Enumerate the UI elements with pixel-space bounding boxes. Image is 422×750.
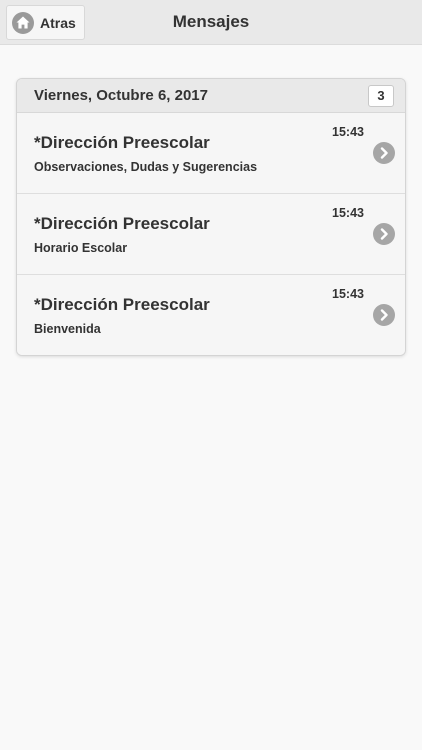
- message-title: *Dirección Preescolar: [34, 295, 210, 314]
- message-time: 15:43: [332, 125, 364, 139]
- message-row[interactable]: *Dirección Preescolar Bienvenida 15:43: [17, 275, 405, 355]
- header-bar: Atras Mensajes: [0, 0, 422, 45]
- message-row[interactable]: *Dirección Preescolar Observaciones, Dud…: [17, 113, 405, 194]
- message-subtitle: Horario Escolar: [34, 241, 128, 255]
- message-title: *Dirección Preescolar: [34, 133, 210, 152]
- date-divider: Viernes, Octubre 6, 2017 3: [17, 79, 405, 113]
- message-subtitle: Bienvenida: [34, 322, 101, 336]
- messages-list: Viernes, Octubre 6, 2017 3 *Dirección Pr…: [16, 78, 406, 356]
- message-title: *Dirección Preescolar: [34, 214, 210, 233]
- message-subtitle: Observaciones, Dudas y Sugerencias: [34, 160, 258, 174]
- message-time: 15:43: [332, 206, 364, 220]
- date-divider-label: Viernes, Octubre 6, 2017: [34, 87, 208, 104]
- chevron-right-icon[interactable]: [373, 223, 395, 245]
- chevron-right-icon[interactable]: [373, 304, 395, 326]
- count-badge: 3: [368, 85, 394, 107]
- message-row[interactable]: *Dirección Preescolar Horario Escolar 15…: [17, 194, 405, 275]
- chevron-right-icon[interactable]: [373, 142, 395, 164]
- message-time: 15:43: [332, 287, 364, 301]
- page-title: Mensajes: [172, 12, 250, 31]
